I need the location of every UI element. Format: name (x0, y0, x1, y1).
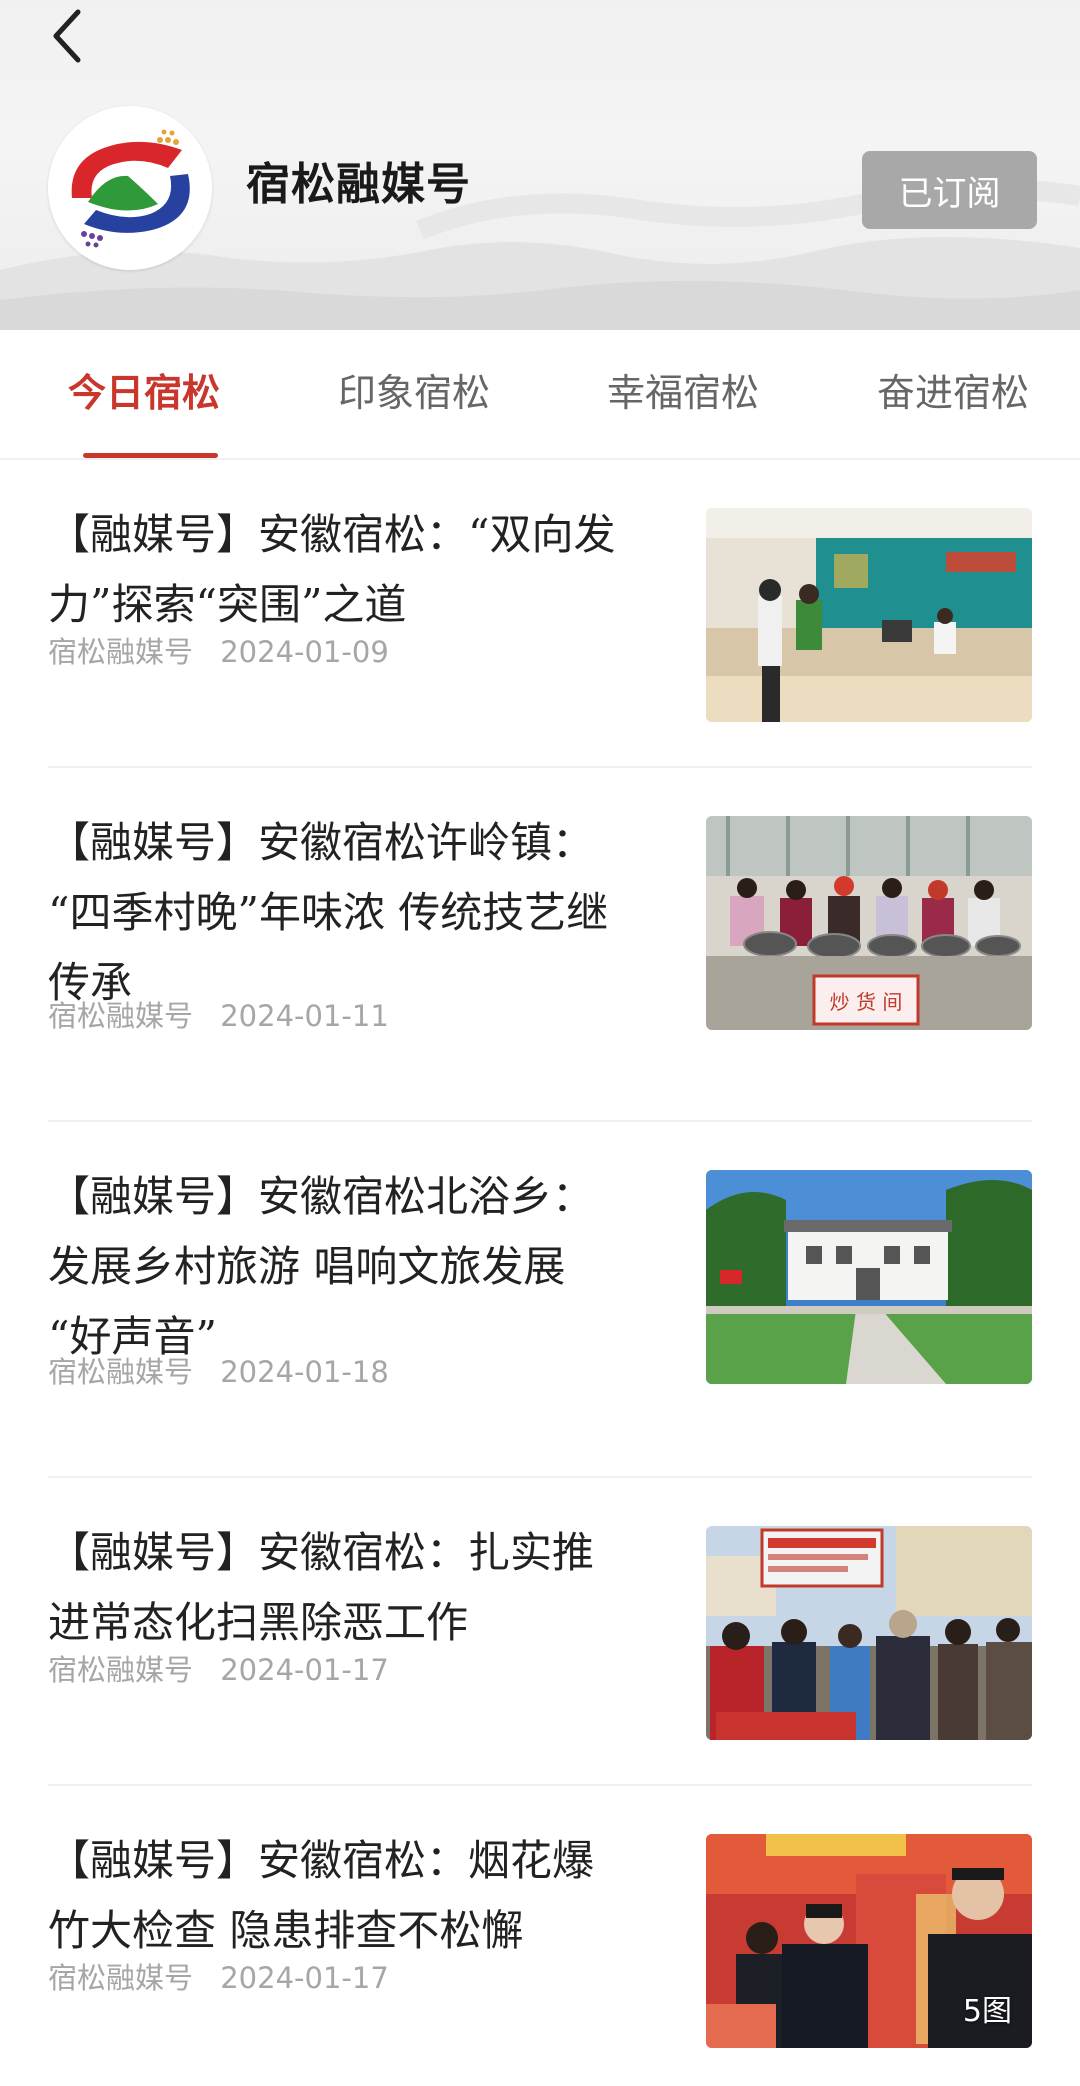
tab-impression-susong[interactable]: 印象宿松 (338, 368, 490, 418)
article-thumbnail: 炒 货 间 (706, 816, 1032, 1030)
tab-striving-susong[interactable]: 奋进宿松 (877, 368, 1029, 418)
active-tab-indicator (83, 453, 218, 458)
article-date: 2024-01-11 (220, 999, 389, 1033)
article-date: 2024-01-09 (220, 635, 389, 669)
article-item[interactable]: 【融媒号】安徽宿松：扎实推 进常态化扫黑除恶工作 宿松融媒号 2024-01-1… (0, 1478, 1080, 1786)
article-title: 【融媒号】安徽宿松：烟花爆 竹大检查 隐患排查不松懈 (48, 1836, 595, 1955)
article-source: 宿松融媒号 (48, 1653, 194, 1687)
tab-bar: 今日宿松 印象宿松 幸福宿松 奋进宿松 (0, 330, 1080, 460)
article-meta: 宿松融媒号 2024-01-17 (48, 1650, 389, 1690)
channel-header: 宿松融媒号 已订阅 (0, 0, 1080, 330)
subscribe-button[interactable]: 已订阅 (862, 151, 1037, 229)
article-source: 宿松融媒号 (48, 999, 194, 1033)
article-thumbnail (706, 1170, 1032, 1384)
article-date: 2024-01-17 (220, 1653, 389, 1687)
article-source: 宿松融媒号 (48, 635, 194, 669)
article-list: 【融媒号】安徽宿松：“双向发 力”探索“突围”之道 宿松融媒号 2024-01-… (0, 460, 1080, 2086)
article-thumbnail (706, 508, 1032, 722)
article-title: 【融媒号】安徽宿松：扎实推 进常态化扫黑除恶工作 (48, 1528, 595, 1647)
article-item[interactable]: 【融媒号】安徽宿松北浴乡： 发展乡村旅游 唱响文旅发展 “好声音” 宿松融媒号 … (0, 1122, 1080, 1478)
channel-logo (48, 106, 212, 270)
article-meta: 宿松融媒号 2024-01-11 (48, 996, 389, 1036)
image-count-badge: 5图 (962, 1994, 1012, 2029)
article-thumbnail (706, 1526, 1032, 1740)
village-building-photo (706, 1170, 1032, 1384)
article-source: 宿松融媒号 (48, 1961, 194, 1995)
article-item[interactable]: 【融媒号】安徽宿松许岭镇： “四季村晚”年味浓 传统技艺继 传承 宿松融媒号 2… (0, 768, 1080, 1122)
service-hall-photo (706, 508, 1032, 722)
tab-today-susong[interactable]: 今日宿松 (68, 368, 220, 418)
image-sign-text: 炒 货 间 (830, 990, 903, 1014)
article-source: 宿松融媒号 (48, 1355, 194, 1389)
street-campaign-photo (706, 1526, 1032, 1740)
article-thumbnail: 5图 (706, 1834, 1032, 2048)
chevron-left-icon (53, 9, 81, 63)
frying-workshop-photo: 炒 货 间 (706, 816, 1032, 1030)
back-button[interactable] (42, 6, 92, 66)
article-meta: 宿松融媒号 2024-01-17 (48, 1958, 389, 1998)
article-date: 2024-01-18 (220, 1355, 389, 1389)
tab-happiness-susong[interactable]: 幸福宿松 (607, 368, 759, 418)
article-title: 【融媒号】安徽宿松许岭镇： “四季村晚”年味浓 传统技艺继 传承 (48, 818, 609, 1007)
article-item[interactable]: 【融媒号】安徽宿松：烟花爆 竹大检查 隐患排查不松懈 宿松融媒号 2024-01… (0, 1786, 1080, 2086)
logo-mark-icon (48, 106, 212, 270)
article-title: 【融媒号】安徽宿松：“双向发 力”探索“突围”之道 (48, 510, 616, 629)
article-date: 2024-01-17 (220, 1961, 389, 1995)
article-meta: 宿松融媒号 2024-01-18 (48, 1352, 389, 1392)
article-title: 【融媒号】安徽宿松北浴乡： 发展乡村旅游 唱响文旅发展 “好声音” (48, 1172, 595, 1361)
channel-name: 宿松融媒号 (246, 159, 471, 210)
article-item[interactable]: 【融媒号】安徽宿松：“双向发 力”探索“突围”之道 宿松融媒号 2024-01-… (0, 460, 1080, 768)
article-meta: 宿松融媒号 2024-01-09 (48, 632, 389, 672)
